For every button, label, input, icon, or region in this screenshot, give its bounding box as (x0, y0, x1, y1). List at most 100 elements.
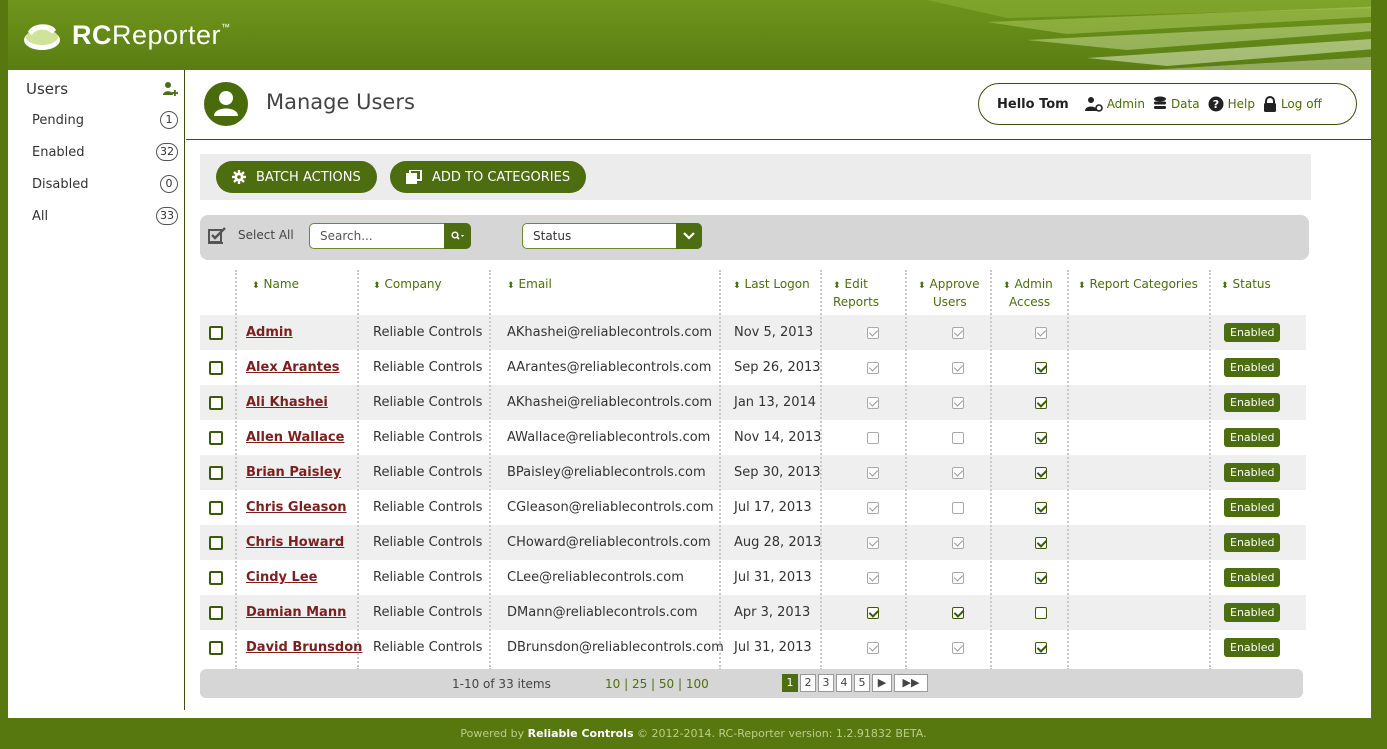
company-cell: Reliable Controls (373, 465, 483, 480)
search-button[interactable] (444, 223, 471, 249)
sort-icon: ⬍ (733, 281, 741, 291)
column-header-status[interactable]: ⬍ Status (1221, 276, 1271, 294)
column-header-admin-access[interactable]: ⬍ Admin Access (1003, 276, 1053, 310)
edit-reports-checkbox (867, 431, 879, 444)
page-size-50[interactable]: 50 (659, 677, 674, 691)
page-button-3[interactable]: 3 (818, 674, 834, 692)
status-badge[interactable]: Enabled (1224, 428, 1281, 447)
sidebar-item-all[interactable]: All 33 (8, 200, 184, 232)
column-header-report-categories[interactable]: ⬍ Report Categories (1078, 276, 1198, 294)
user-avatar-icon (204, 82, 248, 126)
search-input[interactable] (309, 223, 444, 249)
user-name-link[interactable]: Allen Wallace (246, 430, 344, 445)
column-divider (719, 270, 721, 670)
footer-brand-link[interactable]: Reliable Controls (528, 727, 634, 740)
add-user-icon[interactable] (162, 81, 178, 97)
status-badge[interactable]: Enabled (1224, 638, 1281, 657)
column-label: Last Logon (744, 277, 810, 291)
row-checkbox[interactable] (209, 360, 223, 375)
status-badge[interactable]: Enabled (1224, 603, 1281, 622)
count-badge: 0 (160, 175, 178, 193)
page-button-4[interactable]: 4 (836, 674, 852, 692)
column-header-last-logon[interactable]: ⬍ Last Logon (733, 276, 810, 294)
email-cell: AKhashei@reliablecontrols.com (507, 325, 713, 340)
sidebar-item-pending[interactable]: Pending 1 (8, 104, 184, 136)
data-link[interactable]: Data (1153, 96, 1200, 112)
sidebar-item-enabled[interactable]: Enabled 32 (8, 136, 184, 168)
help-link-label: Help (1227, 97, 1255, 111)
user-name-link[interactable]: Brian Paisley (246, 465, 341, 480)
app-header: RCReporter™ (0, 0, 1387, 70)
row-checkbox[interactable] (209, 500, 223, 515)
last-page-button[interactable]: ▶▶ (894, 674, 928, 692)
status-badge[interactable]: Enabled (1224, 568, 1281, 587)
select-all-icon (208, 227, 226, 244)
status-badge[interactable]: Enabled (1224, 323, 1281, 342)
page-size-25[interactable]: 25 (632, 677, 647, 691)
user-name-link[interactable]: Ali Khashei (246, 395, 328, 410)
column-divider (357, 270, 359, 670)
approve-users-checkbox (952, 326, 964, 339)
admin-link[interactable]: Admin (1084, 96, 1145, 112)
logoff-link[interactable]: Log off (1263, 96, 1322, 112)
row-checkbox[interactable] (209, 465, 223, 480)
sort-icon: ⬍ (373, 281, 381, 291)
row-checkbox[interactable] (209, 605, 223, 620)
user-name-link[interactable]: Chris Gleason (246, 500, 347, 515)
column-header-email[interactable]: ⬍ Email (507, 276, 552, 294)
user-name-link[interactable]: Alex Arantes (246, 360, 340, 375)
status-badge[interactable]: Enabled (1224, 533, 1281, 552)
page-button-1[interactable]: 1 (782, 674, 798, 692)
edit-reports-checkbox (867, 396, 879, 409)
user-name-link[interactable]: Admin (246, 325, 293, 340)
status-badge[interactable]: Enabled (1224, 358, 1281, 377)
status-badge[interactable]: Enabled (1224, 498, 1281, 517)
select-all-label: Select All (238, 228, 294, 242)
page-size-100[interactable]: 100 (686, 677, 709, 691)
row-checkbox[interactable] (209, 535, 223, 550)
status-filter-select[interactable]: Status (522, 223, 702, 249)
last-logon-cell: Nov 14, 2013 (734, 430, 822, 445)
company-cell: Reliable Controls (373, 500, 483, 515)
column-label: Name (263, 277, 299, 291)
table-header: ⬍ Name ⬍ Company ⬍ Email ⬍ Last Logon ⬍ Edit R… (0, 268, 1387, 312)
column-header-name[interactable]: ⬍ Name (252, 276, 299, 294)
page-button-2[interactable]: 2 (800, 674, 816, 692)
user-name-link[interactable]: David Brunsdon (246, 640, 362, 655)
page-button-5[interactable]: 5 (854, 674, 870, 692)
select-all-button[interactable]: Select All (208, 226, 294, 244)
user-name-link[interactable]: Cindy Lee (246, 570, 317, 585)
email-cell: CGleason@reliablecontrols.com (507, 500, 714, 515)
row-checkbox[interactable] (209, 395, 223, 410)
sidebar-item-disabled[interactable]: Disabled 0 (8, 168, 184, 200)
row-checkbox[interactable] (209, 570, 223, 585)
logo-bold: RC (72, 19, 112, 50)
filter-bar: Select All Status (200, 215, 1309, 260)
batch-actions-button[interactable]: BATCH ACTIONS (216, 161, 377, 193)
sidebar-title: Users (26, 80, 69, 98)
next-page-button[interactable]: ▶ (872, 674, 892, 692)
column-header-edit-reports[interactable]: ⬍ Edit Reports (833, 276, 879, 310)
help-link[interactable]: ? Help (1208, 96, 1255, 112)
row-checkbox[interactable] (209, 325, 223, 340)
column-header-company[interactable]: ⬍ Company (373, 276, 442, 294)
status-badge[interactable]: Enabled (1224, 463, 1281, 482)
company-cell: Reliable Controls (373, 535, 483, 550)
column-header-approve-users[interactable]: ⬍ Approve Users (918, 276, 980, 310)
user-name-link[interactable]: Damian Mann (246, 605, 346, 620)
status-badge[interactable]: Enabled (1224, 393, 1281, 412)
table-row: Admin Reliable Controls AKhashei@reliablec… (200, 315, 1306, 350)
email-cell: AKhashei@reliablecontrols.com (507, 395, 713, 410)
page-size-10[interactable]: 10 (605, 677, 620, 691)
sidebar-item-label: Enabled (32, 144, 85, 160)
column-divider (820, 270, 822, 670)
sort-icon: ⬍ (507, 281, 515, 291)
user-name-link[interactable]: Chris Howard (246, 535, 344, 550)
app-logo[interactable]: RCReporter™ (22, 18, 231, 52)
table-row: Chris Gleason Reliable Controls CGleason@r… (200, 490, 1306, 525)
row-checkbox[interactable] (209, 640, 223, 655)
sort-icon: ⬍ (1078, 281, 1086, 291)
last-logon-cell: Aug 28, 2013 (734, 535, 822, 550)
row-checkbox[interactable] (209, 430, 223, 445)
add-to-categories-button[interactable]: ADD TO CATEGORIES (390, 161, 587, 193)
